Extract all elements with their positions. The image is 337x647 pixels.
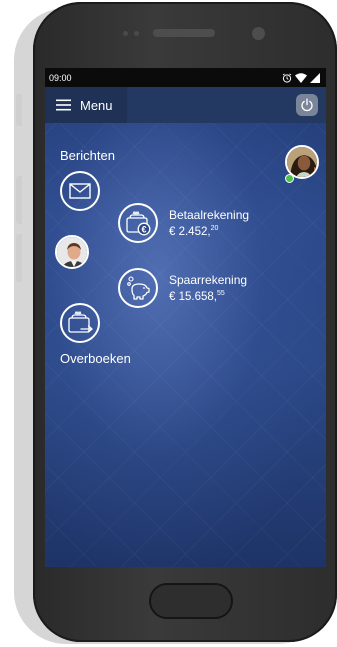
current-account-balance-main: € 2.452,	[169, 225, 211, 238]
side-button	[16, 94, 22, 126]
wallet-transfer-icon	[68, 310, 93, 333]
top-bar: Menu	[45, 87, 326, 123]
savings-account-button[interactable]	[118, 268, 158, 308]
front-camera	[252, 27, 265, 40]
savings-account-name: Spaarrekening	[169, 273, 248, 287]
messages-label: Berichten	[60, 148, 115, 163]
earpiece-speaker	[153, 29, 215, 37]
svg-text:€: €	[141, 225, 146, 235]
online-status-dot	[285, 174, 294, 183]
savings-account-balance-main: € 15.658,	[169, 290, 217, 303]
alarm-icon	[282, 72, 292, 83]
home-button[interactable]	[149, 583, 233, 619]
status-bar: 09:00	[45, 68, 326, 87]
menu-button[interactable]: Menu	[45, 87, 127, 123]
sensor-dots	[123, 31, 139, 36]
envelope-icon	[69, 183, 91, 199]
wifi-icon	[295, 72, 307, 83]
piggy-bank-icon	[127, 276, 150, 300]
logout-button[interactable]	[296, 94, 318, 116]
signal-icon	[310, 72, 320, 83]
wallet-euro-icon: €	[126, 210, 151, 236]
volume-down-button	[16, 234, 22, 282]
status-time: 09:00	[49, 72, 72, 83]
savings-account-balance: € 15.658,55	[169, 290, 225, 303]
advisor-avatar[interactable]	[55, 235, 89, 269]
current-account-button[interactable]: €	[118, 203, 158, 243]
current-account-balance-cents: 20	[210, 225, 219, 232]
messages-button[interactable]	[60, 171, 100, 211]
savings-account-balance-cents: 55	[216, 290, 225, 297]
menu-label: Menu	[80, 97, 113, 113]
current-account-name: Betaalrekening	[169, 208, 250, 222]
power-icon	[301, 98, 313, 112]
current-account-balance: € 2.452,20	[169, 225, 218, 238]
volume-up-button	[16, 176, 22, 224]
transfer-button[interactable]	[60, 303, 100, 343]
hamburger-icon	[56, 99, 71, 111]
transfer-label: Overboeken	[60, 351, 131, 366]
app-screen: 09:00 Menu Berichten € Betaalrekening € …	[45, 68, 326, 567]
